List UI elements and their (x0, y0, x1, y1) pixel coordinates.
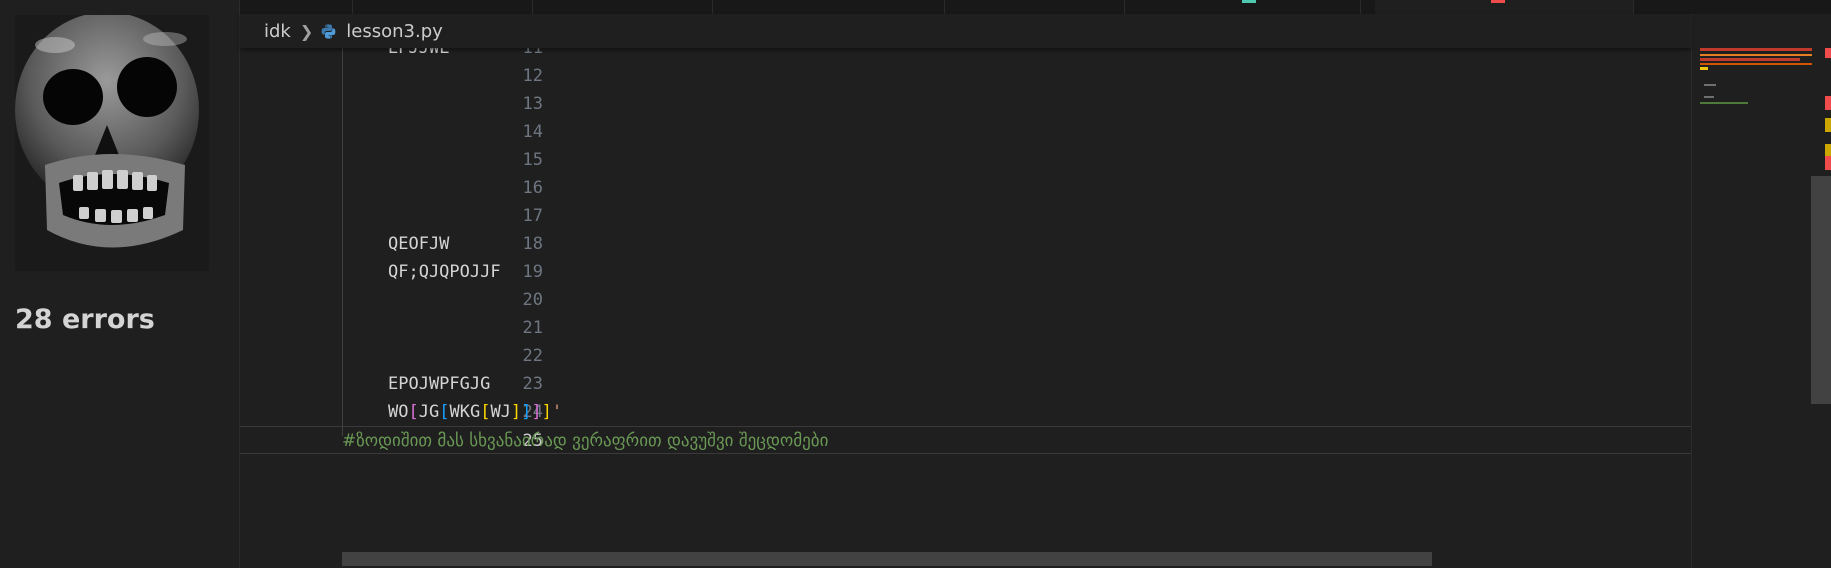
warning-marker (1825, 118, 1831, 132)
line-number: 22 (522, 346, 543, 366)
minimap-line (1700, 54, 1812, 56)
editor-tab[interactable] (944, 0, 1125, 14)
bracket-token: [ (439, 402, 450, 422)
line-number: 23 (522, 374, 543, 394)
chevron-right-icon: ❯ (299, 21, 314, 41)
editor-tab[interactable] (532, 0, 713, 14)
breadcrumb-folder[interactable]: idk (264, 21, 291, 42)
minimap-line (1700, 67, 1708, 70)
code-line-current[interactable]: 25 #ზოდიშით მას სხვანაირად ვერაფრით დავუ… (240, 426, 1691, 454)
code-line[interactable]: 16 (240, 174, 1691, 202)
line-number: 15 (522, 150, 543, 170)
bracket-token: ] (541, 402, 552, 422)
code-line[interactable]: 13 (240, 90, 1691, 118)
bracket-token: [ (480, 402, 491, 422)
tab-strip (240, 0, 1831, 14)
code-text: QF;QJQPOJJF (388, 262, 501, 282)
bracket-token: ] (521, 402, 532, 422)
line-number: 17 (522, 206, 543, 226)
minimap-line (1700, 63, 1812, 65)
code-token: WJ (490, 402, 511, 422)
code-text: QEOFJW (388, 234, 450, 254)
minimap-line (1704, 84, 1716, 86)
line-number: 13 (522, 94, 543, 114)
error-marker (1825, 48, 1831, 58)
error-marker (1825, 156, 1831, 170)
editor-tab-active[interactable] (1375, 0, 1634, 14)
skull-image (15, 15, 209, 271)
code-line[interactable]: 23 EPOJWPFGJG (240, 370, 1691, 398)
code-text: EPOJWPFGJG (388, 374, 491, 394)
line-number: 11 (522, 48, 543, 58)
code-line[interactable]: 11 EPJJWL (240, 48, 1691, 62)
warning-marker (1825, 144, 1831, 156)
line-number: 20 (522, 290, 543, 310)
error-marker (1825, 96, 1831, 110)
code-line[interactable]: 15 (240, 146, 1691, 174)
line-number: 21 (522, 318, 543, 338)
line-number: 16 (522, 178, 543, 198)
code-line[interactable]: 22 (240, 342, 1691, 370)
minimap[interactable] (1691, 14, 1831, 568)
breadcrumb-file[interactable]: lesson3.py (346, 21, 443, 42)
code-area[interactable]: 11 EPJJWL 12 13 14 15 16 17 18 QEOFJW 19… (240, 48, 1691, 568)
code-line[interactable]: 18 QEOFJW (240, 230, 1691, 258)
editor-tab[interactable] (240, 0, 353, 14)
error-panel: 28 errors (0, 0, 240, 568)
bracket-token: [ (408, 402, 419, 422)
code-token: WO (388, 402, 409, 422)
editor-tab[interactable] (352, 0, 533, 14)
breadcrumb: idk ❯ lesson3.py (240, 14, 1691, 48)
code-line[interactable]: 21 (240, 314, 1691, 342)
code-token: JG (418, 402, 440, 422)
code-text-bracketed: WO[JG[WKG[WJ]]]]' (388, 398, 562, 426)
code-line[interactable]: 12 (240, 62, 1691, 90)
minimap-line (1704, 96, 1714, 98)
line-number: 12 (522, 66, 543, 86)
line-number: 14 (522, 122, 543, 142)
code-line[interactable]: 20 (240, 286, 1691, 314)
bracket-token: ] (531, 402, 542, 422)
code-line[interactable]: 17 (240, 202, 1691, 230)
error-count: 28 errors (15, 304, 155, 335)
code-line[interactable]: 14 (240, 118, 1691, 146)
code-line[interactable]: 19 QF;QJQPOJJF (240, 258, 1691, 286)
editor-tab[interactable] (712, 0, 945, 14)
bracket-token: ] (510, 402, 522, 422)
vertical-scrollbar-thumb[interactable] (1811, 176, 1831, 404)
code-editor: idk ❯ lesson3.py 11 EPJJWL 12 13 14 15 1… (240, 0, 1831, 568)
code-text: EPJJWL (388, 48, 450, 58)
editor-tab[interactable] (1124, 0, 1361, 14)
minimap-line (1700, 48, 1812, 51)
python-icon (321, 23, 336, 39)
line-number: 18 (522, 234, 543, 254)
editor-tab[interactable] (1633, 0, 1831, 14)
tab-error-mark (1491, 0, 1505, 3)
horizontal-scrollbar[interactable] (342, 552, 1432, 566)
code-token: WKG (449, 402, 481, 422)
code-line[interactable]: 24 WO[JG[WKG[WJ]]]]' (240, 398, 1691, 426)
string-token: ' (551, 402, 563, 422)
minimap-line (1700, 58, 1800, 61)
comment-text: #ზოდიშით მას სხვანაირად ვერაფრით დავუშვი… (342, 431, 829, 451)
tab-status-mark (1242, 0, 1256, 3)
minimap-line (1700, 102, 1748, 104)
